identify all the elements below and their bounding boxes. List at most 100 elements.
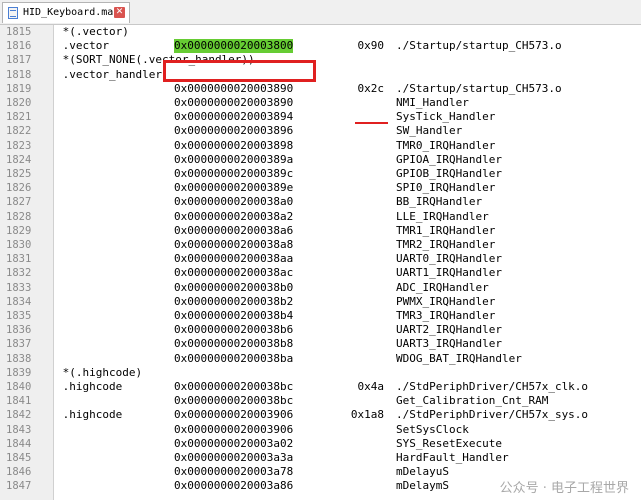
code-line[interactable]: 1837 0x00000000200038b8 UART3_IRQHandler — [0, 337, 641, 351]
code-line[interactable]: 1831 0x00000000200038aa UART0_IRQHandler — [0, 252, 641, 266]
address-value: 0x00000000200038b4 — [174, 309, 294, 322]
size-value: 0x1a8 — [350, 408, 384, 422]
line-number: 1839 — [6, 366, 32, 379]
symbol-or-file: SPI0_IRQHandler — [396, 181, 496, 195]
size-value: 0x90 — [357, 39, 385, 53]
symbol-or-file: HardFault_Handler — [396, 451, 509, 464]
code-line[interactable]: 1826 0x000000002000389e SPI0_IRQHandler — [0, 181, 641, 195]
address-value: 0x00000000200038ac — [174, 266, 294, 280]
line-number: 1825 — [6, 168, 32, 180]
line-number: 1818 — [6, 68, 32, 81]
symbol-or-file: ADC_IRQHandler — [396, 280, 489, 294]
line-number: 1817 — [6, 54, 32, 67]
address-value: 0x00000000200038b6 — [174, 323, 294, 337]
code-line[interactable]: 1828 0x00000000200038a2 LLE_IRQHandler — [0, 210, 641, 224]
address-value: 0x0000000020003896 — [174, 124, 294, 138]
tab-title: HID_Keyboard.map — [23, 7, 120, 18]
address-value: 0x00000000200038b0 — [174, 280, 294, 294]
address-value: 0x00000000200038a6 — [174, 223, 294, 237]
section-name: .vector_handler — [56, 67, 162, 81]
address-value: 0x00000000200038aa — [174, 252, 294, 266]
code-line[interactable]: 1817 *(SORT_NONE(.vector_handler)) — [0, 53, 641, 67]
code-line[interactable]: 1841 0x00000000200038bc Get_Calibration_Cn… — [0, 394, 641, 408]
code-line[interactable]: 1838 0x00000000200038ba WDOG_BAT_IRQHandle… — [0, 352, 641, 366]
editor-area[interactable]: 1815 *(.vector) 1816 .vector 0x00000000200… — [0, 25, 641, 500]
address-value: 0x0000000020003906 — [174, 422, 294, 436]
address-value: 0x000000002000389c — [174, 167, 294, 180]
address-annotation-box — [163, 60, 316, 82]
code-line[interactable]: 1827 0x00000000200038a0 BB_IRQHandler — [0, 195, 641, 209]
line-number: 1832 — [6, 267, 32, 280]
code-line[interactable]: 1820 0x0000000020003890 NMI_Handler — [0, 96, 641, 110]
line-number: 1829 — [6, 224, 32, 237]
section-name: .highcode — [56, 408, 123, 422]
code-line[interactable]: 1839 *(.highcode) — [0, 366, 641, 380]
symbol-or-file: TMR3_IRQHandler — [396, 309, 496, 322]
symbol-or-file: ./StdPeriphDriver/CH57x_sys.o — [396, 408, 589, 422]
address-value: 0x0000000020003890 — [174, 81, 294, 95]
line-number: 1844 — [6, 437, 32, 450]
address-value: 0x00000000200038a8 — [174, 238, 294, 251]
symbol-or-file: ./Startup/startup_CH573.o — [396, 39, 562, 53]
code-line[interactable]: 1823 0x0000000020003898 TMR0_IRQHandler — [0, 139, 641, 153]
line-number: 1816 — [6, 40, 32, 53]
line-number: 1828 — [6, 210, 32, 223]
section-name: .highcode — [56, 380, 123, 393]
section-name: .vector — [56, 39, 109, 53]
code-line[interactable]: 1818 .vector_handler — [0, 68, 641, 82]
symbol-or-file: UART1_IRQHandler — [396, 266, 502, 280]
line-number: 1819 — [6, 82, 32, 95]
line-number: 1833 — [6, 281, 32, 294]
map-file-icon — [8, 7, 18, 19]
code-line[interactable]: 1829 0x00000000200038a6 TMR1_IRQHandler — [0, 224, 641, 238]
line-number: 1846 — [6, 466, 32, 479]
symbol-or-file: GPIOA_IRQHandler — [396, 152, 502, 166]
code-line[interactable]: 1836 0x00000000200038b6 UART2_IRQHandler — [0, 323, 641, 337]
line-number: 1836 — [6, 324, 32, 337]
symbol-or-file: WDOG_BAT_IRQHandler — [396, 351, 522, 365]
address-value: 0x00000000200038b8 — [174, 337, 294, 351]
code-line[interactable]: 1825 0x000000002000389c GPIOB_IRQHandler — [0, 167, 641, 181]
code-line[interactable]: 1821 0x0000000020003894 SysTick_Handler — [0, 110, 641, 124]
code-line[interactable]: 1815 *(.vector) — [0, 25, 641, 39]
line-number: 1840 — [6, 381, 32, 393]
symbol-or-file: ./Startup/startup_CH573.o — [396, 81, 562, 95]
close-icon[interactable]: ✕ — [114, 7, 125, 18]
line-number: 1835 — [6, 310, 32, 322]
size-annotation-underline — [355, 122, 388, 124]
section-name: *(.highcode) — [56, 365, 143, 379]
code-line[interactable]: 1819 0x0000000020003890 0x2c ./Startup/star… — [0, 82, 641, 96]
code-line[interactable]: 1824 0x000000002000389a GPIOA_IRQHandler — [0, 153, 641, 167]
address-value: 0x0000000020003890 — [174, 96, 294, 109]
code-line[interactable]: 1835 0x00000000200038b4 TMR3_IRQHandler — [0, 309, 641, 323]
code-line[interactable]: 1834 0x00000000200038b2 PWMX_IRQHandler — [0, 295, 641, 309]
address-value: 0x0000000020003a02 — [174, 436, 294, 450]
address-value: 0x00000000200038bc — [174, 380, 294, 393]
code-line[interactable]: 1832 0x00000000200038ac UART1_IRQHandler — [0, 266, 641, 280]
symbol-or-file: NMI_Handler — [396, 96, 469, 109]
address-value: 0x0000000020003a86 — [174, 479, 294, 493]
code-line[interactable]: 1842 .highcode 0x0000000020003906 0x1a8 ./S… — [0, 408, 641, 422]
code-line[interactable]: 1816 .vector 0x0000000020003800 0x90 ./Star… — [0, 39, 641, 54]
code-line[interactable]: 1843 0x0000000020003906 SetSysClock — [0, 423, 641, 437]
address-value: 0x0000000020003894 — [174, 110, 294, 124]
line-number: 1830 — [6, 239, 32, 251]
address-value: 0x0000000020003898 — [174, 138, 294, 152]
symbol-or-file: GPIOB_IRQHandler — [396, 167, 502, 180]
line-number: 1838 — [6, 352, 32, 365]
symbol-or-file: TMR2_IRQHandler — [396, 238, 496, 251]
code-line[interactable]: 1822 0x0000000020003896 SW_Handler — [0, 124, 641, 138]
address-value: 0x00000000200038b2 — [174, 294, 294, 308]
line-number: 1820 — [6, 97, 32, 109]
code-line[interactable]: 1840 .highcode 0x00000000200038bc 0x4a ./St… — [0, 380, 641, 394]
line-number: 1837 — [6, 338, 32, 351]
code-line[interactable]: 1844 0x0000000020003a02 SYS_ResetExecute — [0, 437, 641, 451]
symbol-or-file: mDelaymS — [396, 479, 449, 493]
address-value: 0x0000000020003906 — [174, 408, 294, 422]
code-line[interactable]: 1845 0x0000000020003a3a HardFault_Handler — [0, 451, 641, 465]
code-line[interactable]: 1830 0x00000000200038a8 TMR2_IRQHandler — [0, 238, 641, 252]
file-tab[interactable]: HID_Keyboard.map ✕ — [2, 2, 130, 23]
line-number: 1841 — [6, 395, 32, 408]
symbol-or-file: TMR0_IRQHandler — [396, 138, 496, 152]
code-line[interactable]: 1833 0x00000000200038b0 ADC_IRQHandler — [0, 281, 641, 295]
